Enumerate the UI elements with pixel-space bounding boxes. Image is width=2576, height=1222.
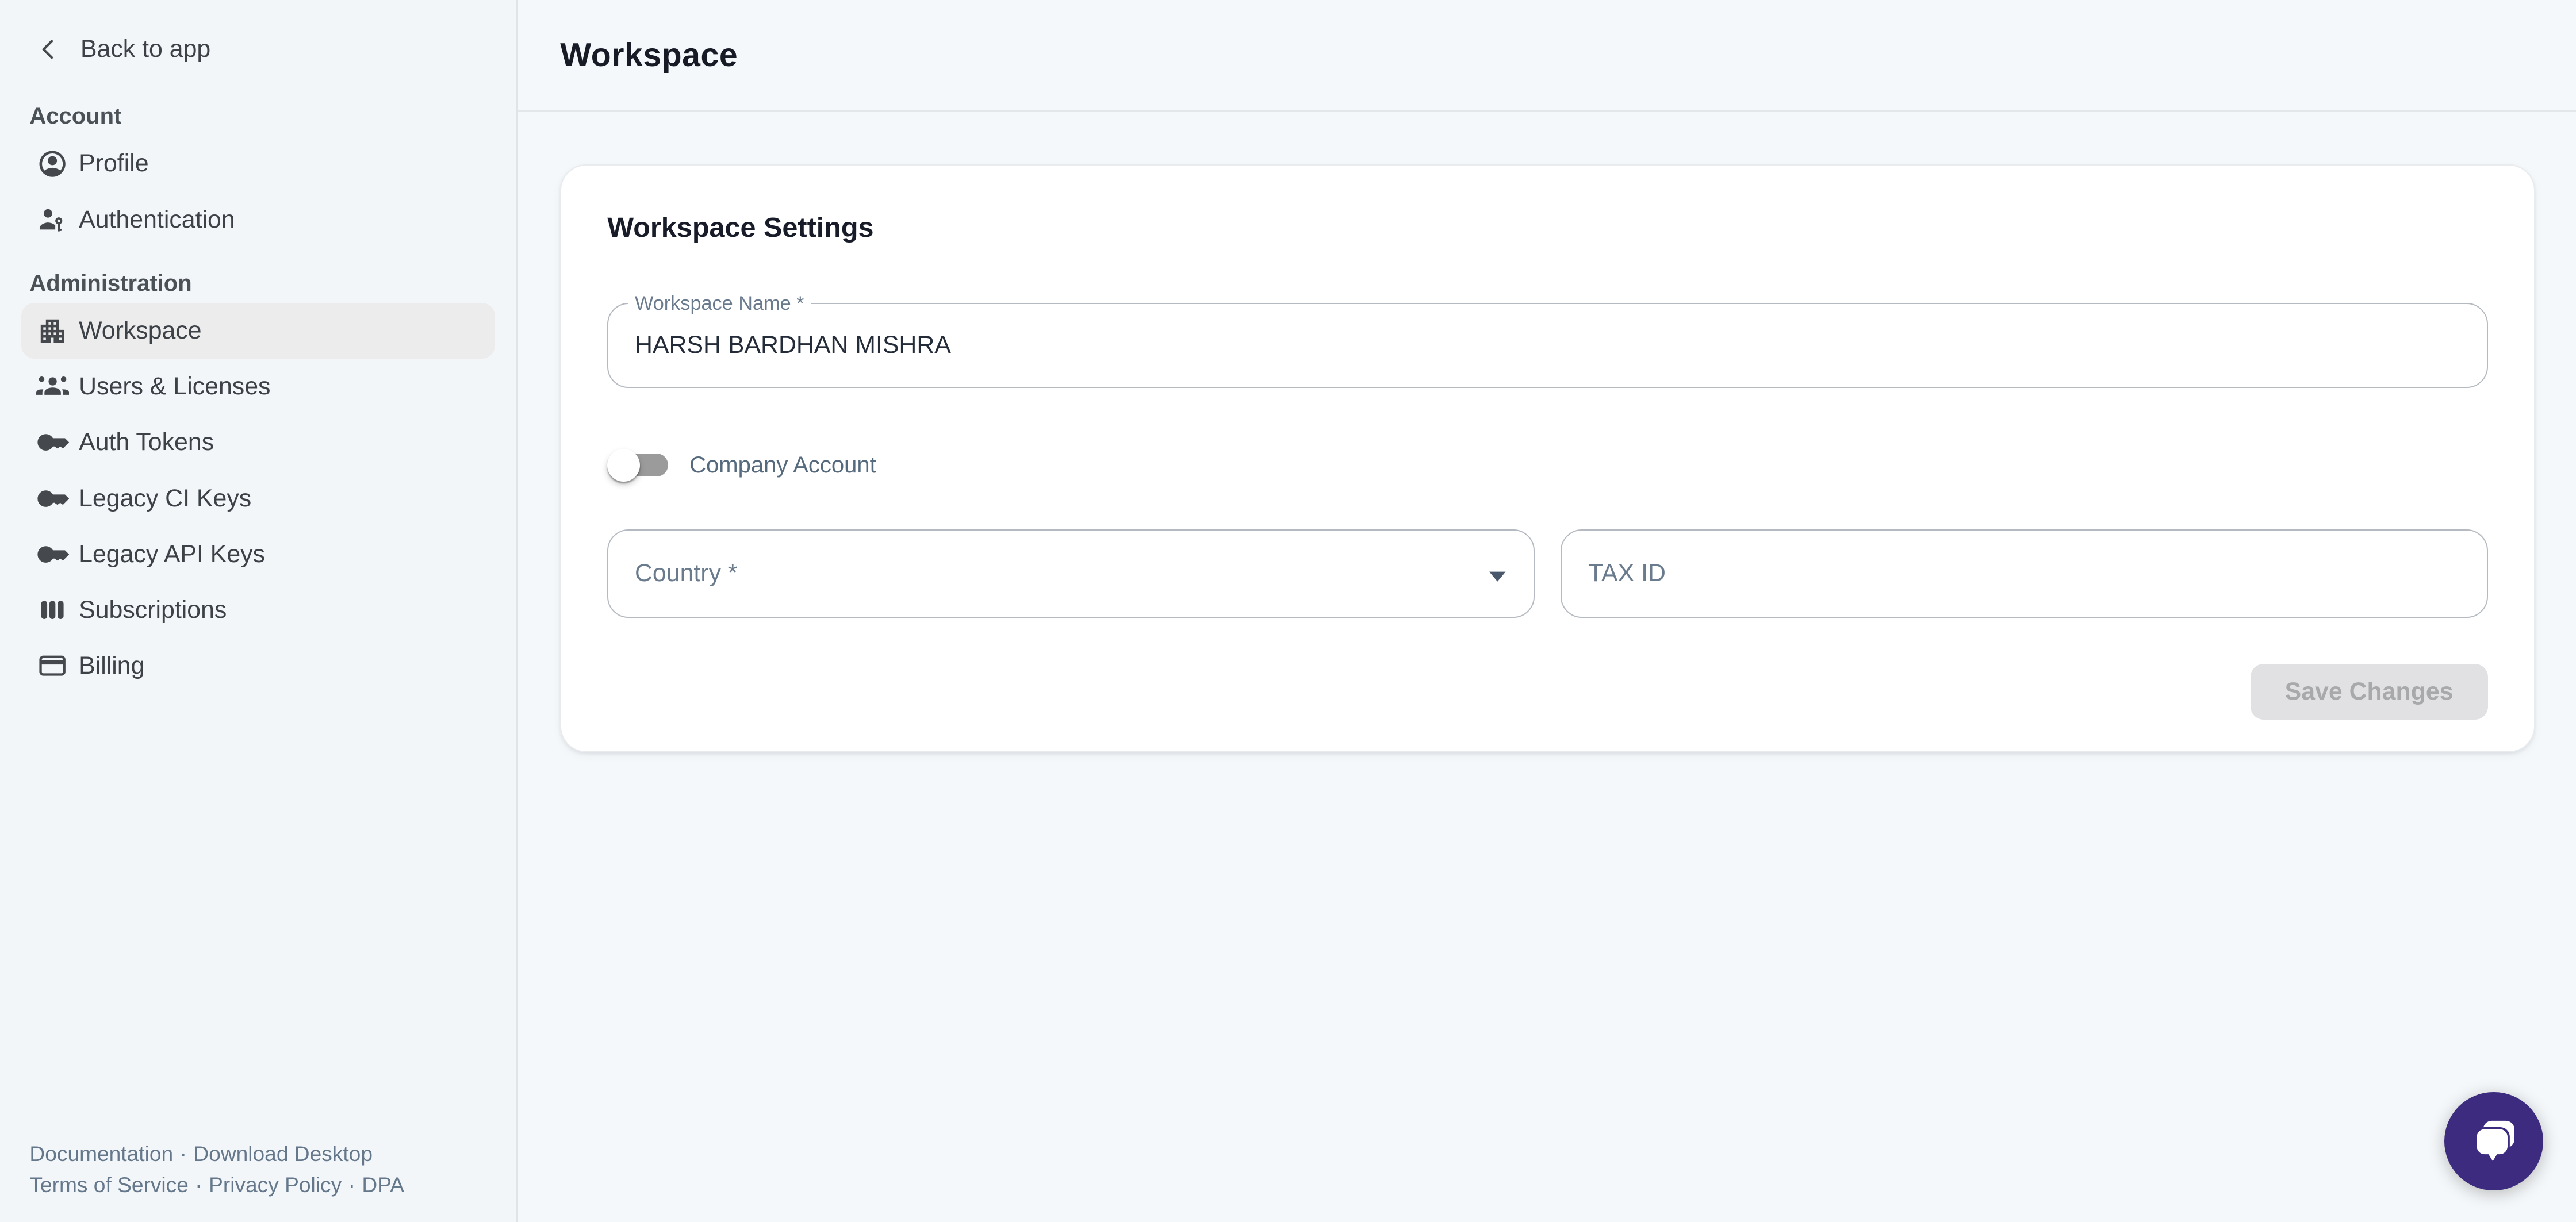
main-area: Workspace Workspace Settings Workspace N…: [518, 0, 2576, 1222]
terms-of-service-link[interactable]: Terms of Service: [29, 1173, 188, 1197]
back-to-app-link[interactable]: Back to app: [33, 31, 516, 67]
company-account-toggle[interactable]: [607, 449, 668, 482]
sidebar-item-label: Users & Licenses: [79, 372, 270, 401]
person-key-icon: [36, 203, 69, 236]
chat-bubbles-icon: [2464, 1112, 2524, 1171]
sidebar-section-account-title: Account: [29, 103, 486, 129]
country-select[interactable]: Country *: [607, 529, 1534, 618]
sidebar-item-label: Billing: [79, 652, 144, 680]
sidebar-item-label: Subscriptions: [79, 596, 227, 624]
workspace-name-label: Workspace Name *: [628, 293, 811, 315]
key-icon: [36, 538, 69, 571]
sidebar-item-label: Authentication: [79, 206, 235, 234]
card-actions: Save Changes: [607, 664, 2487, 720]
country-select-label: Country *: [635, 559, 738, 587]
country-tax-row: Country *: [607, 529, 2487, 618]
workspace-name-input[interactable]: [608, 304, 2486, 387]
sidebar-item-label: Legacy API Keys: [79, 540, 265, 568]
chat-fab[interactable]: [2444, 1092, 2543, 1190]
credit-card-icon: [36, 650, 69, 682]
sidebar-item-subscriptions[interactable]: Subscriptions: [21, 582, 495, 638]
documentation-link[interactable]: Documentation: [29, 1142, 173, 1166]
app-root: Back to app Account Profile Authenticati…: [0, 0, 2576, 1222]
dpa-link[interactable]: DPA: [362, 1173, 404, 1197]
sidebar-item-auth-tokens[interactable]: Auth Tokens: [21, 414, 495, 470]
sidebar-item-profile[interactable]: Profile: [21, 136, 495, 191]
sidebar-item-legacy-api-keys[interactable]: Legacy API Keys: [21, 527, 495, 582]
sidebar-item-billing[interactable]: Billing: [21, 638, 495, 694]
sidebar: Back to app Account Profile Authenticati…: [0, 0, 518, 1222]
save-changes-button[interactable]: Save Changes: [2251, 664, 2488, 720]
sidebar-item-label: Workspace: [79, 317, 202, 345]
toggle-thumb: [607, 449, 640, 482]
footer-row-1: Documentation·Download Desktop: [29, 1138, 404, 1169]
sidebar-item-users-licenses[interactable]: Users & Licenses: [21, 359, 495, 414]
sidebar-item-authentication[interactable]: Authentication: [21, 192, 495, 248]
footer-separator: ·: [189, 1173, 209, 1197]
sidebar-footer: Documentation·Download Desktop Terms of …: [29, 1138, 404, 1201]
company-account-label: Company Account: [689, 452, 876, 478]
footer-separator: ·: [173, 1142, 193, 1166]
key-icon: [36, 482, 69, 515]
workspace-settings-card: Workspace Settings Workspace Name * Comp…: [560, 164, 2535, 752]
sidebar-item-workspace[interactable]: Workspace: [21, 303, 495, 359]
key-icon: [36, 426, 69, 459]
sidebar-item-label: Auth Tokens: [79, 428, 214, 456]
tax-id-field: [1561, 529, 2487, 618]
tax-id-input[interactable]: [1562, 531, 2486, 617]
account-circle-icon: [36, 147, 69, 180]
dropdown-arrow-icon: [1478, 555, 1517, 601]
sidebar-item-label: Legacy CI Keys: [79, 485, 251, 513]
chevron-left-icon: [33, 33, 66, 66]
page-title: Workspace: [560, 36, 738, 74]
workspace-name-field: Workspace Name *: [607, 303, 2487, 389]
bars-icon: [36, 594, 69, 627]
sidebar-item-label: Profile: [79, 149, 148, 178]
footer-row-2: Terms of Service·Privacy Policy·DPA: [29, 1169, 404, 1200]
page-header: Workspace: [518, 0, 2576, 112]
building-icon: [36, 314, 69, 347]
footer-separator: ·: [342, 1173, 362, 1197]
download-desktop-link[interactable]: Download Desktop: [193, 1142, 373, 1166]
sidebar-item-legacy-ci-keys[interactable]: Legacy CI Keys: [21, 471, 495, 527]
privacy-policy-link[interactable]: Privacy Policy: [209, 1173, 342, 1197]
page-content: Workspace Settings Workspace Name * Comp…: [518, 112, 2576, 752]
sidebar-section-administration-title: Administration: [29, 271, 486, 297]
groups-icon: [36, 370, 69, 403]
card-title: Workspace Settings: [607, 212, 2487, 244]
back-to-app-label: Back to app: [80, 35, 210, 63]
company-account-row: Company Account: [607, 434, 2487, 497]
